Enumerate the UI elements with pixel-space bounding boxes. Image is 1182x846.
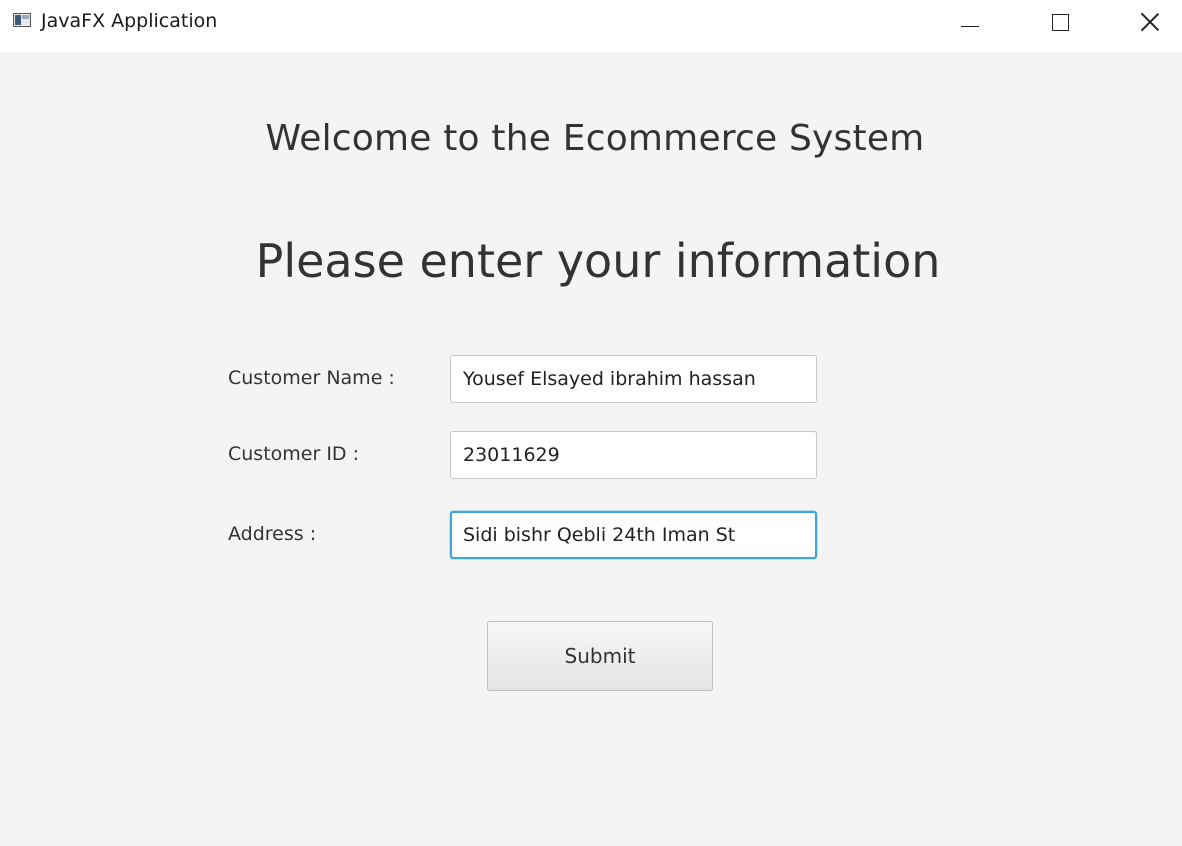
address-input[interactable] [450,511,817,559]
customer-id-input[interactable] [450,431,817,479]
window-title: JavaFX Application [41,10,218,32]
title-bar[interactable]: JavaFX Application [0,0,1182,52]
submit-button[interactable]: Submit [487,621,713,691]
instruction-heading: Please enter your information [255,234,941,288]
maximize-button[interactable] [1030,0,1090,44]
minimize-button[interactable] [940,0,1000,44]
close-button[interactable] [1120,0,1180,44]
address-label: Address : [228,523,317,545]
close-icon [1140,12,1160,32]
maximize-icon [1051,13,1069,31]
minimize-icon [961,25,979,27]
customer-name-input[interactable] [450,355,817,403]
app-icon [13,13,31,27]
app-window: JavaFX Application Welcome to the Ecomme… [0,0,1182,846]
customer-id-label: Customer ID : [228,443,360,465]
customer-name-label: Customer Name : [228,367,395,389]
welcome-heading: Welcome to the Ecommerce System [265,118,925,159]
